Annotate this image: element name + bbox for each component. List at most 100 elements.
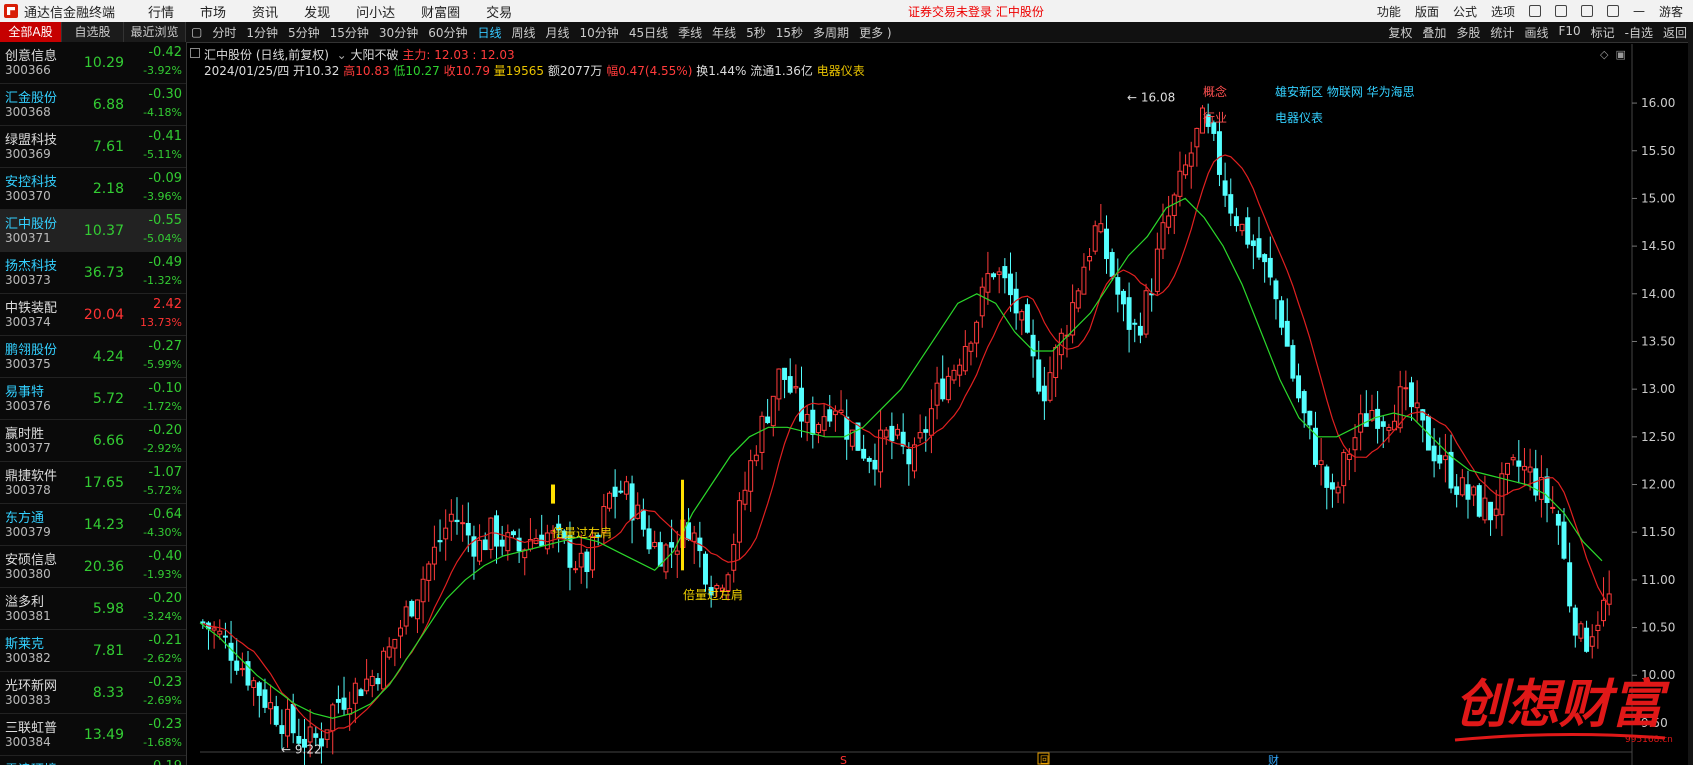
candle-body (1578, 623, 1584, 639)
candle-body (1104, 228, 1109, 260)
candle-body (1341, 452, 1347, 487)
candle-body (1482, 497, 1488, 521)
candle-body (607, 492, 612, 509)
candle-body (1081, 266, 1087, 295)
candle-body (482, 539, 488, 551)
candle-body (324, 729, 330, 740)
candle-body (815, 423, 821, 434)
candle-body (499, 539, 505, 547)
candle-body (810, 409, 816, 435)
candle-body (889, 425, 895, 442)
candle-body (1589, 636, 1595, 647)
candle-body (731, 544, 737, 571)
candle-body (618, 490, 624, 493)
candle-body (934, 382, 940, 406)
candle-body (748, 460, 754, 492)
candle-body (895, 428, 901, 436)
candle-body (448, 513, 454, 522)
candle-body (652, 541, 658, 548)
candle-body (1465, 484, 1471, 500)
candle-body (1403, 387, 1409, 390)
chart-settings-icon[interactable]: ◇ (1600, 48, 1608, 61)
chart-title: 汇中股份 (日线,前复权) (204, 48, 329, 62)
candle-body (669, 542, 675, 548)
candle-body (1245, 217, 1251, 245)
candle-body (866, 458, 872, 462)
candle-body (1324, 466, 1330, 488)
candle-body (793, 386, 799, 389)
candle-body (1527, 466, 1533, 473)
candle-body (765, 416, 771, 424)
candle-body (510, 531, 516, 536)
indicator-dropdown-icon[interactable]: ⌄ (333, 48, 347, 62)
candle-body (1120, 290, 1126, 305)
chart-toggle-icon[interactable] (190, 48, 200, 58)
min-price-label: ← 9.22 (281, 743, 322, 757)
candle-body (635, 504, 641, 519)
candle-body (1279, 300, 1285, 328)
candle-body (1228, 194, 1234, 214)
candle-body (1471, 486, 1477, 496)
concept-value: 雄安新区 物联网 华为海思 (1275, 84, 1415, 99)
candle-body (804, 413, 810, 423)
candle-body (787, 376, 793, 393)
candle-body (290, 704, 296, 734)
candle-body (1030, 334, 1036, 357)
candle-body (256, 682, 262, 696)
candle-body (979, 286, 985, 317)
candle-body (985, 273, 991, 293)
candle-body (1601, 599, 1607, 622)
y-tick-label: 16.00 (1641, 96, 1675, 110)
candle-body (1380, 421, 1386, 427)
y-tick-label: 10.50 (1641, 621, 1675, 635)
y-tick-label: 15.00 (1641, 191, 1675, 205)
kline-chart[interactable]: 9.5010.0010.5011.0011.5012.0012.5013.001… (0, 0, 1693, 765)
signal-bar (681, 479, 684, 571)
bar-close: 收10.79 (443, 64, 490, 78)
candle-body (782, 367, 788, 380)
candle-body (1290, 345, 1296, 379)
candle-body (1047, 372, 1053, 401)
bar-amplitude: 幅0.47(4.55%) (606, 64, 693, 78)
candle-body (1177, 170, 1183, 197)
chart-maximize-icon[interactable]: ▣ (1615, 48, 1625, 61)
candle-body (1386, 426, 1392, 431)
indicator-name[interactable]: 大阳不破 (351, 48, 399, 62)
candle-body (1329, 482, 1335, 490)
candle-body (1567, 562, 1573, 607)
candle-body (1307, 410, 1313, 426)
candle-body (917, 432, 923, 439)
bar-amount: 额2077万 (547, 64, 603, 78)
candle-body (1505, 462, 1510, 475)
candle-body (494, 515, 499, 547)
candle-body (1301, 391, 1307, 414)
candle-body (832, 410, 838, 416)
candle-body (1222, 180, 1228, 196)
candle-body (1087, 256, 1093, 262)
candle-body (962, 345, 968, 372)
candle-body (239, 668, 245, 671)
ma-short-line (202, 154, 1610, 734)
candle-body (1092, 225, 1098, 252)
candle-body (381, 650, 387, 690)
signal-label: 倍量过左肩 (552, 525, 612, 540)
y-tick-label: 12.00 (1641, 478, 1675, 492)
candle-body (1216, 131, 1222, 175)
candle-body (996, 271, 1002, 275)
concept-label: 概念 (1203, 84, 1227, 99)
main-force-value: 主力: 12.03 : 12.03 (402, 48, 515, 62)
candle-body (674, 550, 680, 555)
bar-low: 低10.27 (393, 64, 440, 78)
candle-body (420, 578, 426, 603)
candle-body (940, 378, 946, 400)
candle-body (883, 429, 889, 438)
candle-body (1075, 290, 1081, 309)
candle-body (1561, 521, 1567, 559)
industry-label: 行业 (1203, 111, 1227, 125)
candle-body (1154, 248, 1160, 292)
candle-body (386, 646, 392, 658)
candle-body (392, 638, 398, 649)
candle-body (414, 599, 420, 620)
signal-label: 倍量过左肩 (683, 587, 743, 602)
candle-body (770, 395, 776, 427)
